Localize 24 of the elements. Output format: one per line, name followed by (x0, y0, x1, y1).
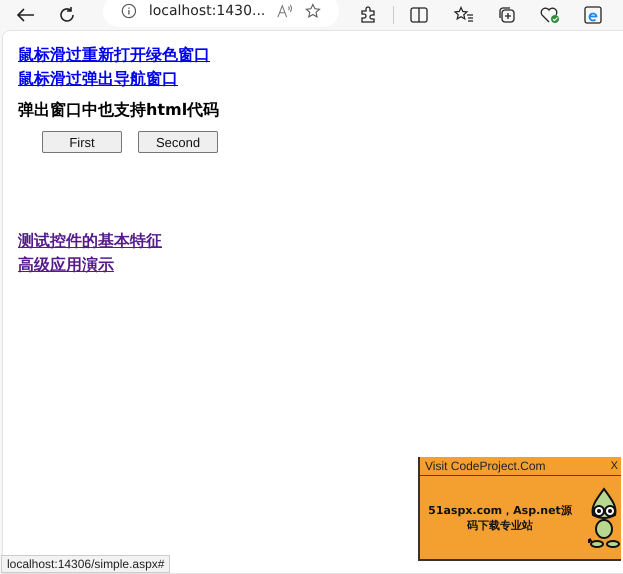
link[interactable]: 鼠标滑过弹出导航窗口 (18, 69, 178, 90)
info-icon[interactable] (121, 2, 137, 20)
ie-mode-icon[interactable] (584, 6, 602, 24)
collections-icon[interactable] (498, 6, 516, 24)
address-bar[interactable]: localhost:1430... (103, 0, 339, 27)
close-button[interactable]: X (610, 460, 618, 472)
address-text: localhost:1430... (148, 3, 266, 19)
read-aloud-icon[interactable] (277, 3, 294, 19)
popup-title: Visit CodeProject.Com (425, 459, 546, 473)
puzzle-icon[interactable] (359, 6, 377, 24)
popup-message: 51aspx.com，Asp.net源码下载专业站 (427, 502, 573, 532)
favorites-icon[interactable] (454, 6, 474, 24)
heading: 弹出窗口中也支持html代码 (18, 100, 220, 121)
link[interactable]: 测试控件的基本特征 (18, 231, 162, 252)
link[interactable]: 鼠标滑过重新打开绿色窗口 (18, 45, 210, 66)
status-bar: localhost:14306/simple.aspx# (1, 555, 170, 573)
push-button[interactable]: Second (138, 131, 218, 153)
reload-icon[interactable] (58, 6, 76, 24)
push-button[interactable]: First (42, 131, 122, 153)
split-screen-icon[interactable] (410, 7, 428, 23)
star-icon[interactable] (305, 2, 321, 20)
back-icon[interactable] (16, 7, 36, 23)
heart-check-icon[interactable] (540, 6, 560, 24)
link[interactable]: 高级应用演示 (18, 255, 114, 276)
